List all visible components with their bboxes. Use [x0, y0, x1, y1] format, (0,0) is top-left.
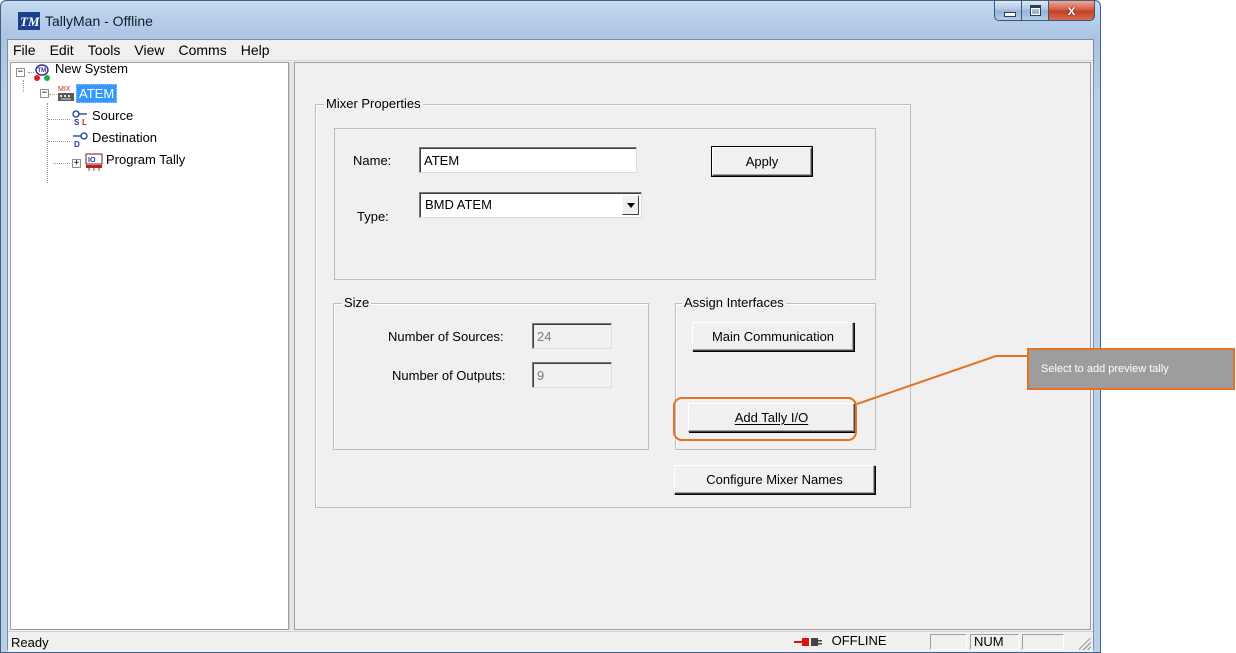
maximize-button[interactable] — [1022, 1, 1049, 21]
assign-interfaces-title: Assign Interfaces — [682, 295, 786, 311]
status-bar: Ready OFFLINE NUM — [8, 631, 1093, 652]
menu-tools[interactable]: Tools — [81, 40, 128, 60]
menu-edit[interactable]: Edit — [43, 40, 81, 60]
tree-node-destination[interactable]: Destination — [92, 130, 157, 145]
svg-text:TM: TM — [38, 68, 47, 74]
tree-line — [48, 119, 70, 120]
sources-label: Number of Sources: — [388, 329, 504, 344]
menu-comms[interactable]: Comms — [171, 40, 233, 60]
tallyman-logo-icon: TM — [18, 12, 40, 30]
menu-help[interactable]: Help — [234, 40, 277, 60]
status-panel-empty — [930, 634, 967, 650]
svg-text:TM: TM — [20, 14, 40, 29]
resize-grip[interactable] — [1079, 638, 1091, 650]
menu-file[interactable]: File — [8, 40, 43, 60]
svg-text:IO: IO — [88, 157, 96, 164]
tree-line — [47, 103, 48, 183]
sources-field — [532, 323, 612, 349]
tree-node-new-system[interactable]: New System — [55, 61, 128, 76]
name-label: Name: — [353, 153, 392, 168]
tree-node-atem[interactable]: ATEM — [76, 84, 118, 103]
chevron-down-icon[interactable] — [622, 195, 639, 215]
menu-view[interactable]: View — [127, 40, 171, 60]
name-input[interactable] — [419, 147, 637, 173]
caption-buttons: x — [994, 1, 1095, 23]
close-icon: x — [1067, 2, 1076, 18]
system-node-icon: TM — [34, 64, 50, 81]
num-lock-indicator: NUM — [970, 634, 1019, 650]
type-select[interactable]: BMD ATEM — [419, 192, 642, 218]
tally-node-icon: IO — [85, 153, 103, 171]
status-panel-empty — [1022, 634, 1064, 650]
source-node-icon: S L — [72, 110, 87, 127]
properties-pane: Mixer Properties Name: Apply Type: BMD A… — [294, 62, 1091, 630]
tree-node-program-tally[interactable]: Program Tally — [106, 152, 185, 167]
window-title: TallyMan - Offline — [45, 13, 153, 29]
configure-mixer-names-button[interactable]: Configure Mixer Names — [674, 465, 875, 494]
tree-line — [48, 141, 70, 142]
destination-node-icon: D — [73, 132, 88, 149]
main-window: TM TallyMan - Offline x File Edit Tools … — [0, 0, 1101, 653]
tree-line — [49, 94, 57, 95]
minimize-button[interactable] — [994, 1, 1022, 21]
callout-box: Select to add preview tally — [1027, 348, 1235, 390]
highlight-rectangle — [673, 397, 857, 441]
mixer-node-icon: MIX — [58, 86, 74, 101]
close-button[interactable]: x — [1049, 1, 1095, 21]
type-select-value: BMD ATEM — [425, 197, 492, 212]
apply-button[interactable]: Apply — [711, 146, 813, 177]
tree-node-source[interactable]: Source — [92, 108, 133, 123]
svg-text:MIX: MIX — [58, 86, 71, 93]
collapse-toggle[interactable]: − — [40, 89, 49, 98]
offline-indicator: OFFLINE — [788, 634, 926, 650]
system-tree[interactable]: − TM New System − MIX ATEM S L Source D … — [10, 61, 289, 630]
svg-text:D: D — [74, 140, 80, 149]
tree-line — [53, 163, 70, 164]
size-title: Size — [342, 295, 372, 311]
outputs-field — [532, 362, 612, 388]
svg-text:S: S — [74, 118, 80, 127]
title-bar[interactable]: TM TallyMan - Offline x — [1, 1, 1100, 39]
menu-bar: File Edit Tools View Comms Help — [8, 40, 1093, 61]
client-area: File Edit Tools View Comms Help − TM New… — [7, 39, 1094, 652]
offline-text: OFFLINE — [831, 633, 887, 648]
svg-text:L: L — [82, 118, 87, 127]
tree-line — [23, 80, 24, 92]
collapse-toggle[interactable]: − — [16, 68, 25, 77]
plug-icon — [794, 637, 822, 646]
main-communication-button[interactable]: Main Communication — [692, 322, 854, 351]
mixer-properties-title: Mixer Properties — [324, 96, 423, 112]
maximize-icon — [1030, 5, 1041, 16]
status-text: Ready — [11, 635, 49, 650]
minimize-icon — [1004, 12, 1016, 17]
type-label: Type: — [357, 209, 389, 224]
expand-toggle[interactable]: + — [72, 159, 81, 168]
outputs-label: Number of Outputs: — [392, 368, 506, 383]
